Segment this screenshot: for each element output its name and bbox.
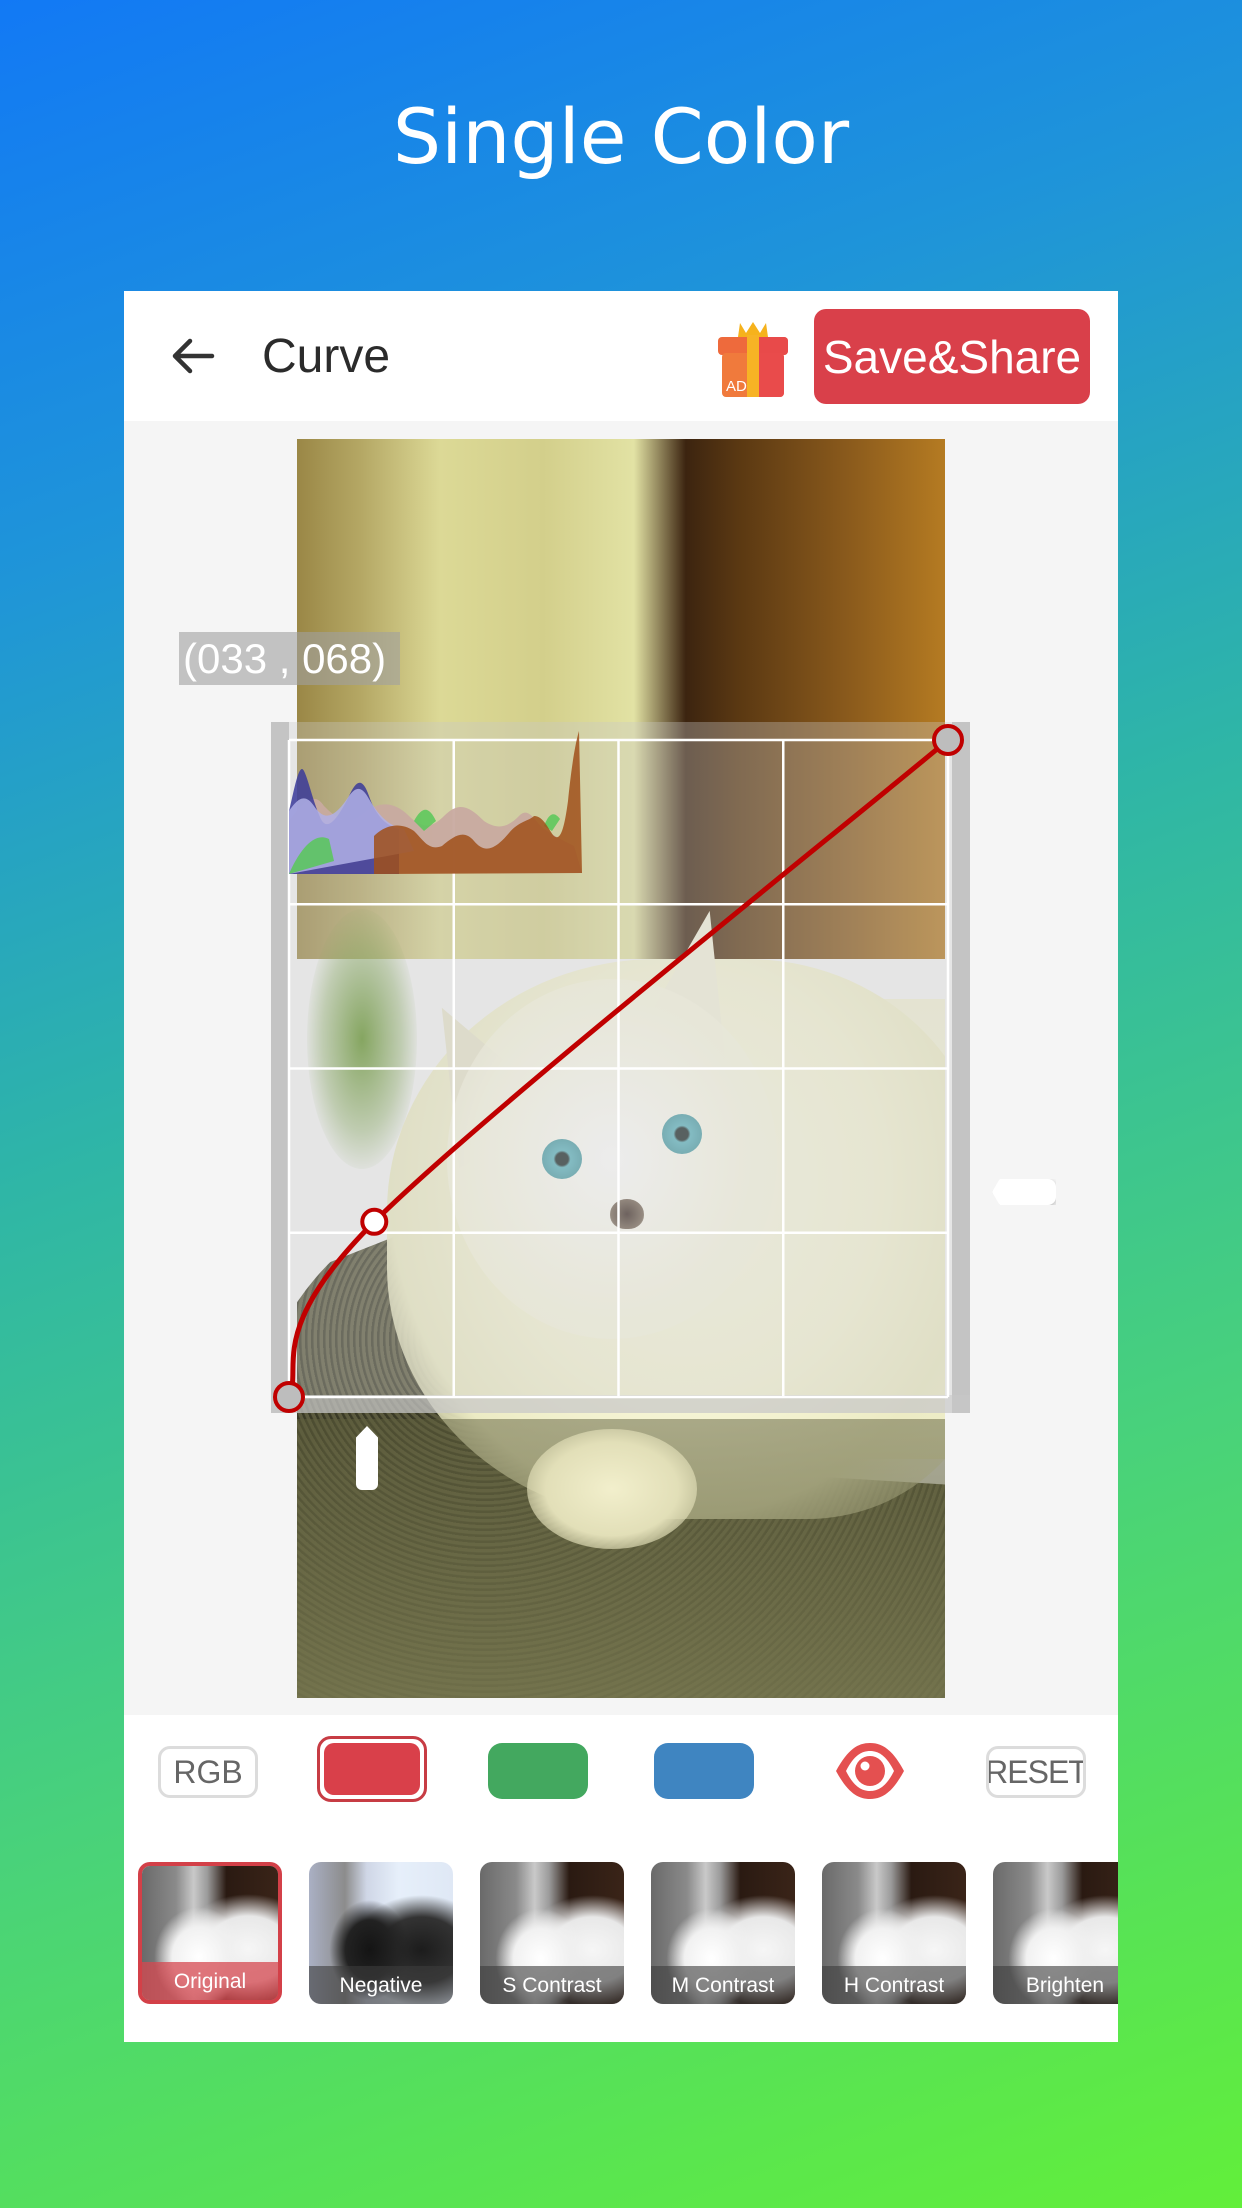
- preset-label: Brighten: [993, 1966, 1118, 2004]
- rgb-channel-button[interactable]: RGB: [158, 1746, 258, 1798]
- blue-channel-button[interactable]: [654, 1743, 754, 1799]
- preset-label: Negative: [309, 1966, 453, 2004]
- preset-s-contrast[interactable]: S Contrast: [480, 1862, 624, 2004]
- back-button[interactable]: [168, 331, 218, 381]
- curve-control-point[interactable]: [360, 1207, 389, 1236]
- preset-original[interactable]: Original: [138, 1862, 282, 2004]
- preset-label: H Contrast: [822, 1966, 966, 2004]
- screen-title: Curve: [262, 330, 391, 383]
- eye-icon: [836, 1743, 904, 1799]
- channel-toolbar: RGB RESET: [124, 1715, 1118, 1830]
- preset-label: M Contrast: [651, 1966, 795, 2004]
- reset-button[interactable]: RESET: [986, 1746, 1086, 1798]
- promo-title: Single Color: [392, 92, 850, 181]
- preset-negative[interactable]: Negative: [309, 1862, 453, 2004]
- top-bar: Curve AD Save&Share: [124, 291, 1118, 421]
- save-share-button[interactable]: Save&Share: [814, 309, 1090, 404]
- histogram-red: [374, 731, 582, 874]
- curve-endpoint[interactable]: [273, 1381, 305, 1413]
- red-swatch: [324, 1743, 420, 1795]
- ad-badge: AD: [726, 378, 747, 395]
- curve-endpoint[interactable]: [932, 724, 964, 756]
- preset-label: Original: [142, 1962, 278, 2000]
- gift-ad-icon: AD: [718, 322, 788, 397]
- preset-label: S Contrast: [480, 1966, 624, 2004]
- output-slider-handle[interactable]: [992, 1179, 1056, 1205]
- preset-h-contrast[interactable]: H Contrast: [822, 1862, 966, 2004]
- gift-ad-button[interactable]: AD: [712, 319, 794, 401]
- arrow-left-icon: [172, 338, 215, 374]
- preset-brighten[interactable]: Brighten: [993, 1862, 1118, 2004]
- preset-m-contrast[interactable]: M Contrast: [651, 1862, 795, 2004]
- red-channel-button[interactable]: [317, 1736, 427, 1802]
- preview-toggle-button[interactable]: [834, 1739, 906, 1803]
- green-channel-button[interactable]: [488, 1743, 588, 1799]
- editor-canvas: (033 , 068): [124, 421, 1118, 1715]
- histogram: [289, 731, 582, 874]
- app-screen: Curve AD Save&Share (033 , 068) RGB RESE…: [124, 291, 1118, 2042]
- preset-strip[interactable]: Original Negative S Contrast M Contrast …: [124, 1830, 1118, 2042]
- curve-editor[interactable]: [124, 421, 1118, 1715]
- input-slider-handle[interactable]: [356, 1426, 378, 1490]
